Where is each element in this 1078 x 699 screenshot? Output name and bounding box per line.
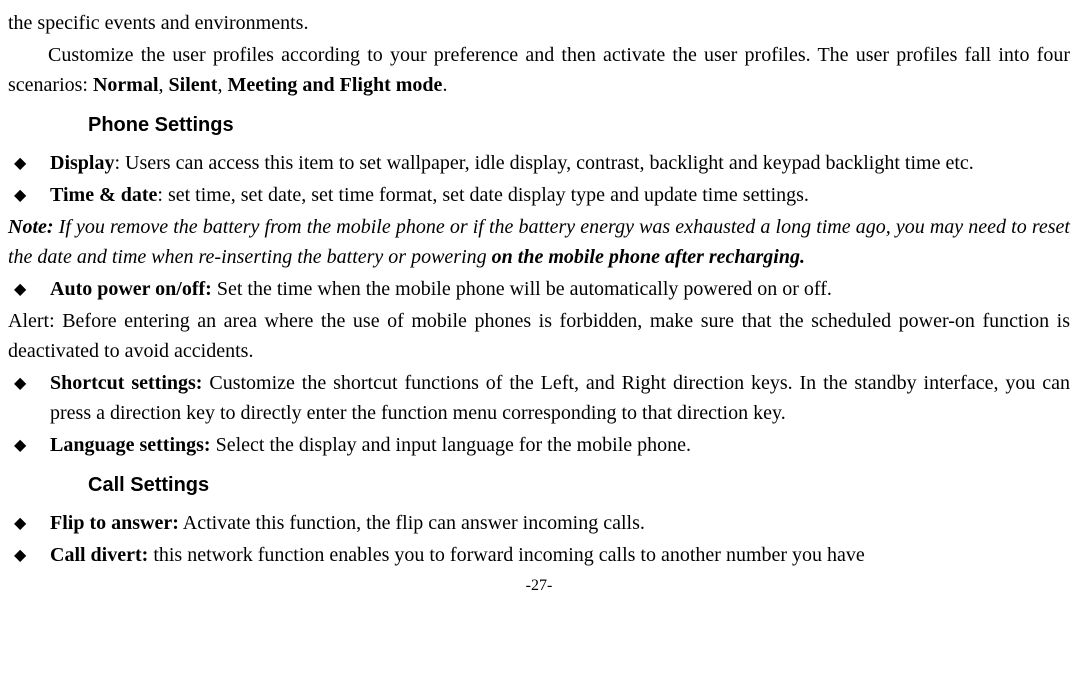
list-item: ◆ Auto power on/off: Set the time when t… — [8, 274, 1070, 304]
bullet-text: Language settings: Select the display an… — [50, 430, 1070, 460]
list-item: ◆ Time & date: set time, set date, set t… — [8, 180, 1070, 210]
bullet-text: Shortcut settings: Customize the shortcu… — [50, 368, 1070, 428]
mode-normal: Normal — [93, 74, 159, 96]
bullet-label-display: Display — [50, 152, 114, 174]
bullet-text: Display: Users can access this item to s… — [50, 148, 1070, 178]
sep1: , — [159, 74, 169, 96]
bullet-label-call-divert: Call divert: — [50, 544, 148, 566]
bullet-body: Customize the shortcut functions of the … — [50, 372, 1070, 424]
note-paragraph: Note: If you remove the battery from the… — [8, 212, 1070, 272]
diamond-icon: ◆ — [8, 430, 50, 458]
mode-silent: Silent — [169, 74, 218, 96]
bullet-label-auto-power: Auto power on/off: — [50, 278, 212, 300]
list-item: ◆ Shortcut settings: Customize the short… — [8, 368, 1070, 428]
bullet-body: Activate this function, the flip can ans… — [179, 512, 645, 534]
bullet-body: : Users can access this item to set wall… — [114, 152, 973, 174]
intro-paragraph: Customize the user profiles according to… — [8, 40, 1070, 100]
bullet-body: Select the display and input language fo… — [211, 434, 691, 456]
sep3: . — [442, 74, 447, 96]
note-body-b: on the mobile phone after recharging. — [492, 246, 805, 268]
bullet-body: Set the time when the mobile phone will … — [212, 278, 832, 300]
list-item: ◆ Flip to answer: Activate this function… — [8, 508, 1070, 538]
bullet-label-time-date: Time & date — [50, 184, 157, 206]
bullet-text: Flip to answer: Activate this function, … — [50, 508, 1070, 538]
page-number: -27- — [8, 574, 1070, 598]
bullet-text: Time & date: set time, set date, set tim… — [50, 180, 1070, 210]
alert-paragraph: Alert: Before entering an area where the… — [8, 306, 1070, 366]
diamond-icon: ◆ — [8, 274, 50, 302]
list-item: ◆ Call divert: this network function ena… — [8, 540, 1070, 570]
diamond-icon: ◆ — [8, 508, 50, 536]
bullet-body: : set time, set date, set time format, s… — [157, 184, 809, 206]
bullet-label-shortcut: Shortcut settings: — [50, 372, 202, 394]
bullet-label-language: Language settings: — [50, 434, 211, 456]
bullet-body: this network function enables you to for… — [148, 544, 864, 566]
heading-call-settings: Call Settings — [88, 470, 1070, 500]
bullet-text: Auto power on/off: Set the time when the… — [50, 274, 1070, 304]
mode-meeting-flight: Meeting and Flight mode — [227, 74, 442, 96]
bullet-text: Call divert: this network function enabl… — [50, 540, 1070, 570]
diamond-icon: ◆ — [8, 540, 50, 568]
diamond-icon: ◆ — [8, 368, 50, 396]
diamond-icon: ◆ — [8, 148, 50, 176]
list-item: ◆ Display: Users can access this item to… — [8, 148, 1070, 178]
bullet-label-flip: Flip to answer: — [50, 512, 179, 534]
sep2: , — [217, 74, 227, 96]
note-label: Note: — [8, 216, 54, 238]
list-item: ◆ Language settings: Select the display … — [8, 430, 1070, 460]
diamond-icon: ◆ — [8, 180, 50, 208]
continuation-text: the specific events and environments. — [8, 8, 1070, 38]
heading-phone-settings: Phone Settings — [88, 110, 1070, 140]
